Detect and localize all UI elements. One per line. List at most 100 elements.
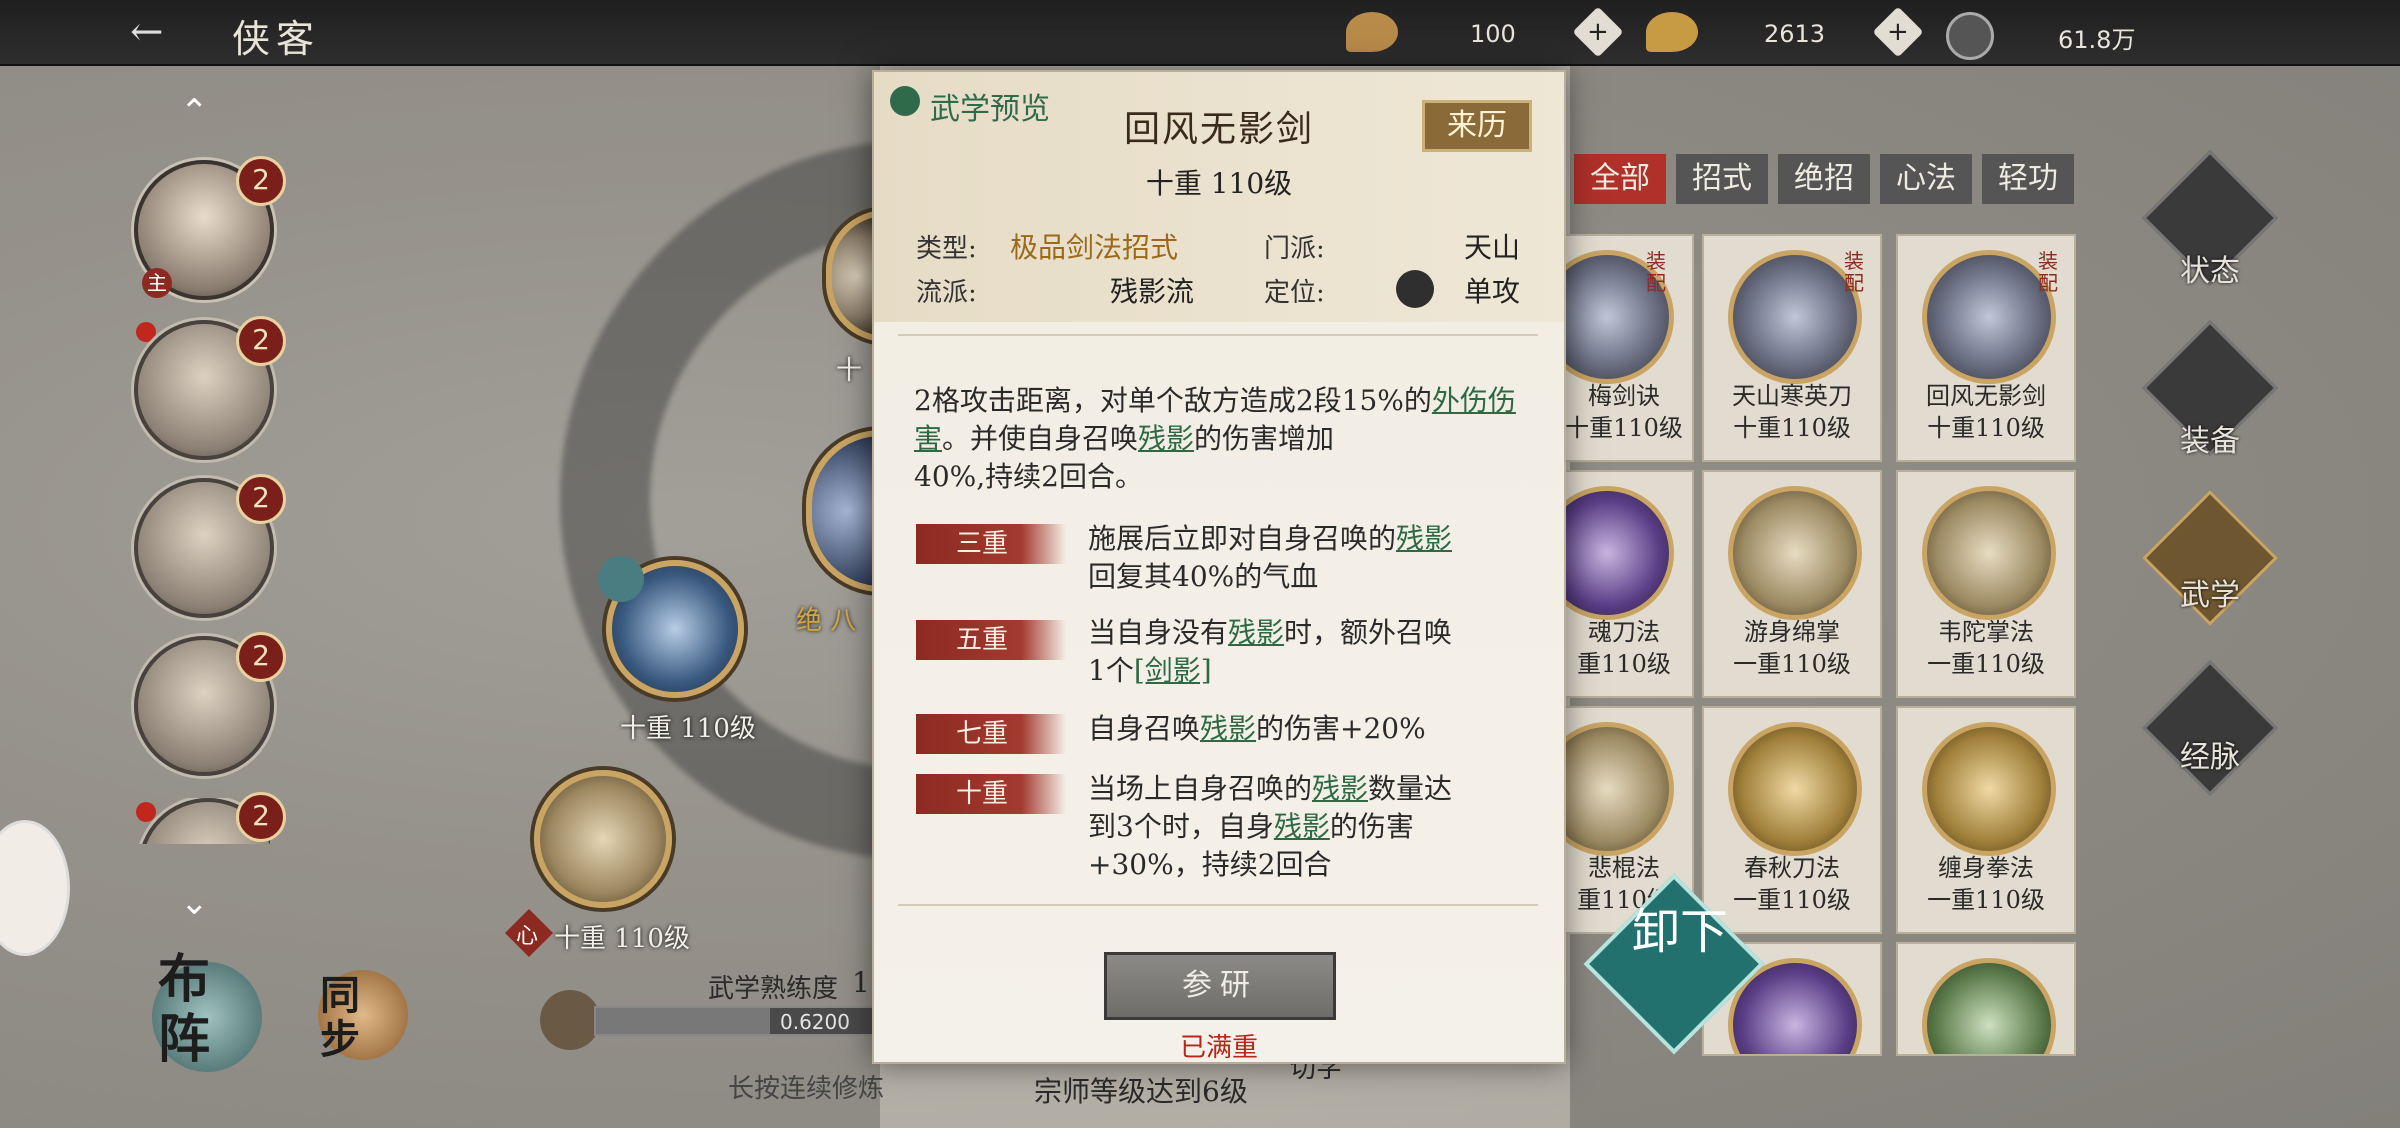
side-menu-meridian[interactable]: 经脉 xyxy=(2180,732,2240,776)
tier-desc: 到3个时，自身 xyxy=(1088,810,1274,843)
side-menu-status[interactable]: 状态 xyxy=(2180,246,2240,290)
skill-card[interactable]: 缠身拳法 一重110级 xyxy=(1896,706,2076,934)
keyword-afterimage[interactable]: 残影 xyxy=(1200,712,1256,745)
tier-desc: 施展后立即对自身召唤的 xyxy=(1088,522,1397,555)
skill-card-name: 回风无影剑 xyxy=(1926,382,2046,410)
notification-dot xyxy=(136,322,156,342)
skill-node-label: 十重 110级 xyxy=(620,714,756,744)
keyword-afterimage[interactable]: 残影 xyxy=(1396,522,1452,555)
skill-card-level: 十重110级 xyxy=(1733,414,1851,442)
plus-glyph: + xyxy=(1887,16,1909,47)
side-menu-equipment[interactable]: 装备 xyxy=(2180,416,2240,460)
tier-tag: 十重 xyxy=(916,774,1066,814)
formation-label: 布阵 xyxy=(158,949,211,1070)
tier-desc: 当场上自身召唤的 xyxy=(1088,772,1313,805)
scroll-icon xyxy=(540,990,600,1050)
skill-node-label-2: 十重 110级 xyxy=(554,924,690,954)
tier-text: 自身召唤残影的伤害+20% xyxy=(1088,710,1528,748)
skill-card-name: 缠身拳法 xyxy=(1938,854,2034,882)
equipped-tag: 装配 xyxy=(2038,249,2058,295)
main-tag: 主 xyxy=(142,268,172,298)
page-title[interactable]: 侠客 xyxy=(232,8,320,63)
avatar-badge: 2 xyxy=(236,792,286,842)
tier-tag: 七重 xyxy=(916,714,1066,754)
lotus-icon xyxy=(598,556,644,602)
skill-card-icon xyxy=(1922,250,2056,384)
skill-card-icon xyxy=(1728,250,1862,384)
tier-desc: 1个 xyxy=(1088,654,1134,687)
role-value: 单攻 xyxy=(1464,275,1521,308)
keyword-afterimage[interactable]: 残影 xyxy=(1312,772,1368,805)
keyword-afterimage[interactable]: 残影 xyxy=(1228,616,1284,649)
skill-level: 十重 110级 xyxy=(1145,167,1293,200)
avatar-badge: 2 xyxy=(236,316,286,366)
xin-tag: 心 xyxy=(516,924,539,949)
skill-card-partial[interactable] xyxy=(1896,942,2076,1056)
coin-icon xyxy=(1946,12,1994,60)
skill-card[interactable]: 回风无影剑 十重110级 装配 xyxy=(1896,234,2076,462)
skill-node-label-partial-2: 绝 八 xyxy=(796,606,857,636)
back-arrow-icon[interactable]: ← xyxy=(130,12,210,52)
skill-card-icon xyxy=(1922,486,2056,620)
equipped-tag: 装配 xyxy=(1646,249,1666,295)
skill-card-icon xyxy=(1728,486,1862,620)
keyword-afterimage[interactable]: 残影 xyxy=(1274,810,1330,843)
leaf-icon xyxy=(1346,12,1398,52)
tier-desc: 数量达 xyxy=(1368,772,1453,805)
keyword-sword-shadow[interactable]: [剑影] xyxy=(1134,654,1212,687)
divider xyxy=(898,904,1538,906)
divider xyxy=(898,334,1538,336)
sect-value: 天山 xyxy=(1464,231,1521,264)
hold-hint: 长按连续修炼 xyxy=(728,1074,885,1104)
side-menu-martial[interactable]: 武学 xyxy=(2180,570,2240,614)
tier-desc: 当自身没有 xyxy=(1088,616,1229,649)
skill-card-name: 韦陀掌法 xyxy=(1938,618,2034,646)
skill-card-name: 游身绵掌 xyxy=(1744,618,1840,646)
tier-desc: 的伤害+20% xyxy=(1256,712,1426,745)
school-key: 流派: xyxy=(916,278,977,308)
maxed-status: 已满重 xyxy=(1179,1033,1258,1063)
proficiency-bar-fill xyxy=(596,1008,770,1034)
origin-button[interactable]: 来历 xyxy=(1422,100,1532,152)
scroll-down-chevron-icon[interactable]: ⌃ xyxy=(180,880,209,920)
tab-moves[interactable]: 招式 xyxy=(1676,154,1768,204)
type-key: 类型: xyxy=(916,234,977,264)
skill-card-name: 天山寒英刀 xyxy=(1732,382,1852,410)
single-target-icon xyxy=(1396,270,1434,308)
desc-text: 的伤害增加 xyxy=(1194,422,1335,455)
tier-desc: 时，额外召唤 xyxy=(1284,616,1453,649)
avatar-badge: 2 xyxy=(236,632,286,682)
skill-card[interactable]: 游身绵掌 一重110级 xyxy=(1702,470,1882,698)
skill-card[interactable]: 天山寒英刀 十重110级 装配 xyxy=(1702,234,1882,462)
skill-card-level: 一重110级 xyxy=(1927,886,2045,914)
tier-tag: 三重 xyxy=(916,524,1066,564)
skill-card-icon xyxy=(1922,958,2056,1054)
skill-card-level: 十重110级 xyxy=(1927,414,2045,442)
tab-ultimate[interactable]: 绝招 xyxy=(1778,154,1870,204)
tier-tag: 五重 xyxy=(916,620,1066,660)
tier-text: 当场上自身召唤的残影数量达 到3个时，自身残影的伤害 +30%，持续2回合 xyxy=(1088,770,1528,884)
tab-all[interactable]: 全部 xyxy=(1574,154,1666,204)
skill-node-label-partial: 十 xyxy=(836,356,863,386)
equipped-tag: 装配 xyxy=(1844,249,1864,295)
skill-card-level: 一重110级 xyxy=(1927,650,2045,678)
skill-node-meditation[interactable] xyxy=(534,770,672,908)
top-bar xyxy=(0,0,2400,66)
desc-text: 2格攻击距离，对单个敌方造成2段15%的 xyxy=(914,384,1432,417)
skill-card[interactable]: 春秋刀法 一重110级 xyxy=(1702,706,1882,934)
proficiency-value: 1 xyxy=(852,966,870,999)
tab-mind[interactable]: 心法 xyxy=(1880,154,1972,204)
study-button[interactable]: 参研 xyxy=(1104,952,1336,1020)
school-value: 残影流 xyxy=(1110,275,1195,308)
tier-desc: 的伤害 xyxy=(1329,810,1414,843)
keyword-afterimage[interactable]: 残影 xyxy=(1138,422,1194,455)
plus-glyph: + xyxy=(1587,16,1609,47)
tab-lightness[interactable]: 轻功 xyxy=(1982,154,2074,204)
role-key: 定位: xyxy=(1264,278,1325,308)
scroll-up-chevron-icon[interactable]: ⌃ xyxy=(180,92,209,132)
skill-card[interactable]: 韦陀掌法 一重110级 xyxy=(1896,470,2076,698)
ingot-icon xyxy=(1646,12,1698,52)
type-value: 极品剑法招式 xyxy=(1010,231,1179,264)
avatar-badge: 2 xyxy=(236,474,286,524)
proficiency-label: 武学熟练度 xyxy=(708,974,839,1004)
